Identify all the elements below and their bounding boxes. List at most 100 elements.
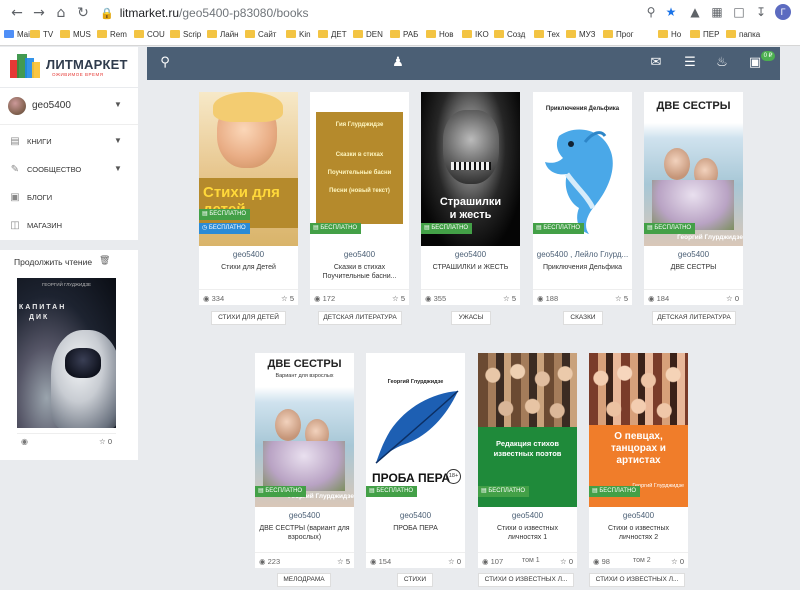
- bookmark-item[interactable]: DEN: [353, 29, 383, 41]
- genre-tag[interactable]: УЖАСЫ: [451, 311, 491, 325]
- trash-icon[interactable]: 🗑: [99, 256, 110, 266]
- genre-tag[interactable]: СТИХИ О ИЗВЕСТНЫХ Л...: [589, 573, 685, 587]
- bookmark-item[interactable]: Rem: [97, 29, 127, 41]
- bell-icon[interactable]: ♨: [714, 55, 730, 71]
- extension-grid-icon[interactable]: ▦: [710, 5, 724, 19]
- book-cover[interactable]: Георгий Глурджидзе ПРОБА ПЕРА 18+: [366, 353, 465, 507]
- bookmark-item[interactable]: папка: [726, 29, 760, 41]
- username[interactable]: geo5400: [32, 100, 71, 111]
- bookmark-item[interactable]: Сайт: [245, 29, 276, 41]
- book-title[interactable]: СТРАШИЛКИ и ЖЕСТЬ: [425, 263, 516, 272]
- book-card[interactable]: Приключения Дельфика ▤ БЕСПЛАТНО geo5400…: [533, 92, 632, 305]
- bookmark-item[interactable]: Kin: [286, 29, 311, 41]
- book-author[interactable]: geo5400: [478, 511, 577, 520]
- book-title[interactable]: Приключения Дельфика: [537, 263, 628, 272]
- bookmark-item[interactable]: TV: [30, 29, 53, 41]
- genre-tag[interactable]: СТИХИ ДЛЯ ДЕТЕЙ: [211, 311, 286, 325]
- book-title[interactable]: ПРОБА ПЕРА: [370, 524, 461, 533]
- genre-tag[interactable]: МЕЛОДРАМА: [277, 573, 331, 587]
- genre-tag[interactable]: ДЕТСКАЯ ЛИТЕРАТУРА: [652, 311, 736, 325]
- sidebar-item-blogs[interactable]: ▣ БЛОГИ: [0, 186, 138, 210]
- book-cover[interactable]: ДВЕ СЕСТРЫ Вариант для взрослых Георгий …: [255, 353, 354, 507]
- site-logo[interactable]: ЛИТМАРКЕТ ОЖИВИМОЕ ВРЕМЯ: [0, 47, 138, 87]
- book-author[interactable]: geo5400: [589, 511, 688, 520]
- bookmark-item[interactable]: MUS: [60, 29, 91, 41]
- avatar[interactable]: [8, 97, 26, 115]
- bookmark-item[interactable]: ПЕР: [690, 29, 719, 41]
- cover-title: Приключения Дельфика: [545, 106, 620, 112]
- download-icon[interactable]: ↧: [754, 5, 768, 19]
- book-author[interactable]: geo5400: [310, 250, 409, 259]
- bookmark-item[interactable]: Прог: [603, 29, 634, 41]
- book-title[interactable]: ДВЕ СЕСТРЫ (вариант для взрослых): [259, 524, 350, 542]
- book-card[interactable]: ДВЕ СЕСТРЫ Георгий Глурджидзе ▤ БЕСПЛАТН…: [644, 92, 743, 305]
- bookmark-item[interactable]: Созд: [494, 29, 525, 41]
- free-badge: ▤ БЕСПЛАТНО: [421, 223, 473, 234]
- library-icon[interactable]: ☰: [682, 55, 698, 71]
- views: ◉ 184: [648, 294, 670, 303]
- book-title[interactable]: Сказки в стихах Поучительные басни...: [314, 263, 405, 281]
- bookmark-item[interactable]: COU: [134, 29, 165, 41]
- book-title[interactable]: ДВЕ СЕСТРЫ: [648, 263, 739, 272]
- bookmark-star-icon[interactable]: ★: [664, 5, 678, 19]
- bookmark-item[interactable]: Лайн: [207, 29, 239, 41]
- bookmark-item[interactable]: IKO: [462, 29, 489, 41]
- book-author[interactable]: geo5400: [644, 250, 743, 259]
- book-title[interactable]: Стихи о известных личностях 2: [593, 524, 684, 542]
- book-card[interactable]: О певцах, танцорах и артистах Георгий Гл…: [589, 353, 688, 568]
- cover-author: Георгий Глурджидзе: [387, 379, 444, 385]
- book-stats: ◉ 334 ☆ 5: [199, 289, 298, 305]
- book-card[interactable]: Редакция стихов известных поэтов ▤ БЕСПЛ…: [478, 353, 577, 568]
- messages-icon[interactable]: ✉: [648, 55, 664, 71]
- book-card[interactable]: Страшилки и жесть ▤ БЕСПЛАТНО geo5400 СТ…: [421, 92, 520, 305]
- reader-silhouette-icon[interactable]: ♟: [390, 55, 406, 71]
- bookmark-item[interactable]: Нов: [426, 29, 453, 41]
- back-icon[interactable]: ←: [8, 4, 26, 22]
- address-bar[interactable]: 🔒 litmarket.ru/geo5400-p83080/books: [100, 4, 309, 23]
- eye-icon: ◉: [203, 294, 210, 303]
- sidebar-item-community[interactable]: ✎ СООБЩЕСТВО ▼: [0, 158, 138, 182]
- genre-tag[interactable]: СКАЗКИ: [563, 311, 603, 325]
- book-author[interactable]: geo5400: [255, 511, 354, 520]
- book-author[interactable]: geo5400 , Лейло Глурд...: [533, 250, 632, 259]
- genre-tag[interactable]: ДЕТСКАЯ ЛИТЕРАТУРА: [318, 311, 402, 325]
- crop-icon[interactable]: □: [732, 5, 746, 19]
- book-cover[interactable]: Редакция стихов известных поэтов: [478, 353, 577, 507]
- cover-author: ГЕОРГИЙ ГЛУДЖИДЗЕ: [41, 282, 92, 287]
- folder-icon: [426, 30, 436, 38]
- genre-tag[interactable]: СТИХИ О ИЗВЕСТНЫХ Л...: [478, 573, 574, 587]
- bookmark-item[interactable]: Но: [658, 29, 681, 41]
- continue-reading-cover[interactable]: ГЕОРГИЙ ГЛУДЖИДЗЕ КАПИТАН ДИК: [17, 278, 116, 428]
- folder-icon: [603, 30, 613, 38]
- genre-tag[interactable]: СТИХИ: [397, 573, 433, 587]
- forward-icon[interactable]: →: [30, 4, 48, 22]
- book-card[interactable]: Георгий Глурджидзе ПРОБА ПЕРА 18+ ▤ БЕСП…: [366, 353, 465, 568]
- chevron-down-icon[interactable]: ▼: [114, 100, 122, 109]
- bookmark-item[interactable]: Тех: [534, 29, 560, 41]
- bookmark-item[interactable]: ДЕТ: [318, 29, 347, 41]
- age-rating-badge: 18+: [446, 469, 461, 484]
- book-author[interactable]: geo5400: [421, 250, 520, 259]
- book-author[interactable]: geo5400: [199, 250, 298, 259]
- book-card[interactable]: ДВЕ СЕСТРЫ Вариант для взрослых Георгий …: [255, 353, 354, 568]
- bookmark-item[interactable]: Scrip: [170, 29, 201, 41]
- bookmark-item[interactable]: МУЗ: [566, 29, 595, 41]
- bookmark-item[interactable]: РАБ: [390, 29, 418, 41]
- sidebar-item-books[interactable]: ▤ КНИГИ ▼: [0, 130, 138, 154]
- profile-avatar[interactable]: Г: [775, 4, 791, 20]
- extension-drive-icon[interactable]: ▲: [688, 5, 702, 19]
- book-title[interactable]: Стихи для Детей: [203, 263, 294, 272]
- book-cover[interactable]: О певцах, танцорах и артистах Георгий Гл…: [589, 353, 688, 507]
- home-icon[interactable]: ⌂: [52, 4, 70, 22]
- key-icon[interactable]: ⚲: [644, 5, 658, 19]
- bookmark-item[interactable]: Mail: [4, 29, 32, 41]
- book-card[interactable]: Гия Глурджидзе Сказки в стихах Поучитель…: [310, 92, 409, 305]
- book-card[interactable]: Стихи для детей ▤ БЕСПЛАТНО ◷ БЕСПЛАТНО …: [199, 92, 298, 305]
- book-title[interactable]: Стихи о известных личностях 1: [482, 524, 573, 542]
- reload-icon[interactable]: ↻: [74, 4, 92, 22]
- rating: ☆ 0: [726, 294, 739, 303]
- sidebar-item-shop[interactable]: ◫ МАГАЗИН: [0, 214, 138, 238]
- rating: ☆ 0: [99, 437, 112, 446]
- book-author[interactable]: geo5400: [366, 511, 465, 520]
- search-icon[interactable]: ⚲: [157, 55, 173, 71]
